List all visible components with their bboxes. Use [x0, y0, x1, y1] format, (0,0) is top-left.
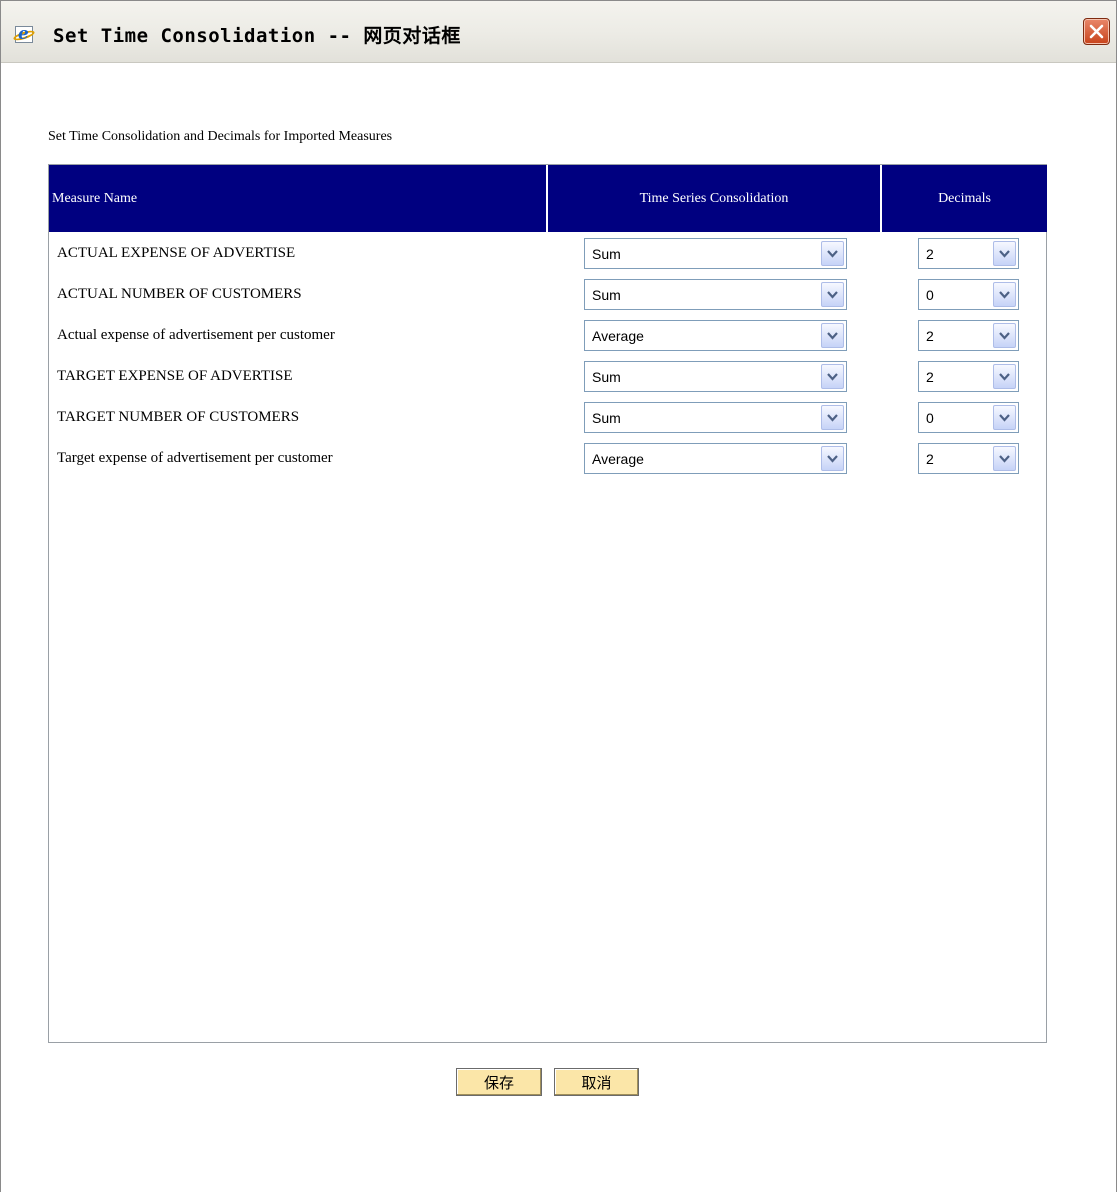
page-heading: Set Time Consolidation and Decimals for …	[48, 129, 393, 144]
chevron-down-icon[interactable]	[821, 241, 844, 266]
consolidation-value: Sum	[592, 368, 621, 385]
consolidation-value: Sum	[592, 286, 621, 303]
dialog-window: e Set Time Consolidation -- 网页对话框 Set Ti…	[0, 0, 1117, 1192]
measures-table: Measure Name Time Series Consolidation D…	[48, 164, 1047, 1043]
measure-name: TARGET NUMBER OF CUSTOMERS	[57, 409, 300, 425]
dialog-content: Set Time Consolidation and Decimals for …	[1, 64, 1116, 1192]
decimals-value: 2	[926, 368, 934, 385]
chevron-down-icon[interactable]	[993, 405, 1016, 430]
decimals-select[interactable]: 0	[918, 279, 1019, 310]
chevron-down-icon[interactable]	[993, 446, 1016, 471]
consolidation-select[interactable]: Sum	[584, 279, 847, 310]
chevron-down-icon[interactable]	[993, 282, 1016, 307]
table-row: Target expense of advertisement per cust…	[49, 438, 1046, 479]
decimals-value: 2	[926, 450, 934, 467]
consolidation-select[interactable]: Sum	[584, 361, 847, 392]
chevron-down-icon[interactable]	[821, 364, 844, 389]
decimals-value: 0	[926, 286, 934, 303]
measure-name: ACTUAL EXPENSE OF ADVERTISE	[57, 245, 296, 261]
measure-name: Target expense of advertisement per cust…	[57, 450, 333, 466]
decimals-value: 2	[926, 245, 934, 262]
consolidation-value: Sum	[592, 245, 621, 262]
header-time-series-consolidation: Time Series Consolidation	[548, 165, 880, 232]
consolidation-select[interactable]: Average	[584, 443, 847, 474]
header-decimals: Decimals	[882, 165, 1047, 232]
consolidation-select[interactable]: Sum	[584, 238, 847, 269]
cancel-button[interactable]: 取消	[554, 1068, 639, 1096]
chevron-down-icon[interactable]	[821, 323, 844, 348]
ie-icon: e	[12, 24, 36, 44]
window-title: Set Time Consolidation -- 网页对话框	[53, 25, 461, 47]
chevron-down-icon[interactable]	[993, 364, 1016, 389]
save-button[interactable]: 保存	[456, 1068, 542, 1096]
chevron-down-icon[interactable]	[993, 241, 1016, 266]
consolidation-value: Average	[592, 450, 644, 467]
decimals-select[interactable]: 2	[918, 443, 1019, 474]
close-button[interactable]	[1083, 18, 1110, 45]
table-row: TARGET NUMBER OF CUSTOMERS Sum 0	[49, 397, 1046, 438]
consolidation-select[interactable]: Average	[584, 320, 847, 351]
table-row: ACTUAL EXPENSE OF ADVERTISE Sum 2	[49, 233, 1046, 274]
chevron-down-icon[interactable]	[821, 405, 844, 430]
close-icon	[1089, 24, 1104, 39]
table-row: Actual expense of advertisement per cust…	[49, 315, 1046, 356]
title-bar[interactable]: e Set Time Consolidation -- 网页对话框	[1, 1, 1116, 63]
decimals-value: 0	[926, 409, 934, 426]
decimals-select[interactable]: 2	[918, 320, 1019, 351]
measure-name: Actual expense of advertisement per cust…	[57, 327, 335, 343]
decimals-select[interactable]: 2	[918, 238, 1019, 269]
decimals-select[interactable]: 2	[918, 361, 1019, 392]
consolidation-value: Sum	[592, 409, 621, 426]
consolidation-select[interactable]: Sum	[584, 402, 847, 433]
measure-name: TARGET EXPENSE OF ADVERTISE	[57, 368, 293, 384]
header-measure-name: Measure Name	[49, 165, 546, 232]
table-row: ACTUAL NUMBER OF CUSTOMERS Sum 0	[49, 274, 1046, 315]
decimals-select[interactable]: 0	[918, 402, 1019, 433]
measure-name: ACTUAL NUMBER OF CUSTOMERS	[57, 286, 302, 302]
chevron-down-icon[interactable]	[821, 282, 844, 307]
table-row: TARGET EXPENSE OF ADVERTISE Sum 2	[49, 356, 1046, 397]
decimals-value: 2	[926, 327, 934, 344]
consolidation-value: Average	[592, 327, 644, 344]
chevron-down-icon[interactable]	[993, 323, 1016, 348]
chevron-down-icon[interactable]	[821, 446, 844, 471]
